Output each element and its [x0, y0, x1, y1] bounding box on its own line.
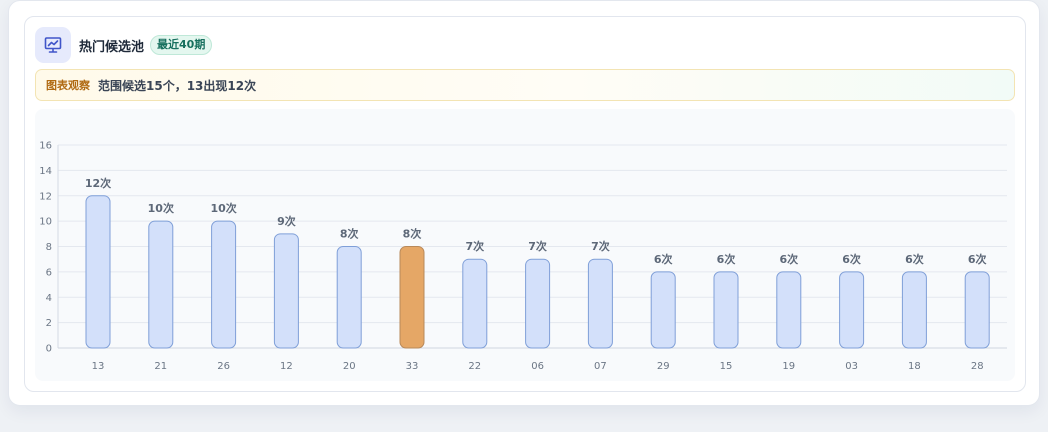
data-label: 6次 [654, 252, 673, 266]
chart-board-icon-glyph [44, 37, 62, 53]
x-tick-label: 28 [971, 361, 984, 372]
data-label: 7次 [528, 239, 547, 253]
x-tick-label: 33 [406, 361, 419, 372]
bar [901, 271, 927, 349]
x-tick-label: 18 [908, 361, 921, 372]
x-tick-label: 07 [594, 361, 607, 372]
period-badge: 最近40期 [150, 35, 213, 55]
hot-candidate-panel: 热门候选池 最近40期 图表观察 范围候选15个，13出现12次 0 2 4 6 8 10… [24, 16, 1026, 392]
x-tick-label: 20 [343, 361, 356, 372]
data-label: 12次 [85, 176, 111, 190]
data-label: 6次 [779, 252, 798, 266]
chart-board-icon [35, 27, 71, 63]
bar [462, 258, 488, 349]
x-tick-label: 06 [531, 361, 544, 372]
data-label: 6次 [717, 252, 736, 266]
y-tick-label: 0 [46, 344, 52, 355]
data-label: 8次 [340, 227, 359, 241]
x-tick-label: 15 [720, 361, 733, 372]
data-label: 10次 [148, 201, 174, 215]
chart-area: 0 2 4 6 8 10 12 14 16 12次 13 10次 21 10次 26 9次 12 8次 20 8次 33… [35, 109, 1015, 381]
bar [525, 258, 551, 349]
data-label: 6次 [905, 252, 924, 266]
bar [148, 220, 174, 349]
bar-highlighted [399, 246, 425, 349]
bar [839, 271, 865, 349]
insight-tag: 图表观察 [46, 79, 90, 92]
x-tick-label: 03 [845, 361, 858, 372]
y-tick-label: 12 [39, 191, 52, 202]
y-tick-label: 16 [39, 141, 52, 152]
bar [336, 246, 362, 349]
bar [650, 271, 676, 349]
data-label: 10次 [210, 201, 236, 215]
bar [964, 271, 990, 349]
y-tick-label: 8 [46, 242, 52, 253]
y-tick-label: 2 [46, 318, 52, 329]
bar-chart: 0 2 4 6 8 10 12 14 16 12次 13 10次 21 10次 26 9次 12 8次 20 8次 33… [39, 141, 1007, 372]
x-tick-label: 21 [154, 361, 167, 372]
x-tick-label: 13 [92, 361, 105, 372]
data-label: 9次 [277, 214, 296, 228]
bar [776, 271, 802, 349]
x-tick-label: 12 [280, 361, 293, 372]
data-label: 6次 [842, 252, 861, 266]
x-tick-label: 22 [468, 361, 481, 372]
insight-text: 范围候选15个，13出现12次 [98, 78, 257, 93]
bar [713, 271, 739, 349]
panel-header: 热门候选池 最近40期 [35, 27, 213, 63]
y-tick-label: 6 [46, 267, 52, 278]
bar [211, 220, 237, 349]
chart-insight-banner: 图表观察 范围候选15个，13出现12次 [35, 69, 1015, 101]
bar [85, 195, 111, 349]
panel-title: 热门候选池 [79, 39, 145, 55]
x-tick-label: 26 [217, 361, 230, 372]
y-tick-label: 14 [39, 166, 52, 177]
data-label: 7次 [591, 239, 610, 253]
outer-card: 热门候选池 最近40期 图表观察 范围候选15个，13出现12次 0 2 4 6 8 10… [8, 0, 1040, 406]
y-tick-label: 10 [39, 217, 52, 228]
x-tick-label: 19 [782, 361, 795, 372]
bar [587, 258, 613, 349]
data-label: 8次 [403, 227, 422, 241]
data-label: 6次 [968, 252, 987, 266]
x-tick-label: 29 [657, 361, 670, 372]
data-label: 7次 [465, 239, 484, 253]
y-tick-label: 4 [46, 293, 52, 304]
bar [273, 233, 299, 349]
